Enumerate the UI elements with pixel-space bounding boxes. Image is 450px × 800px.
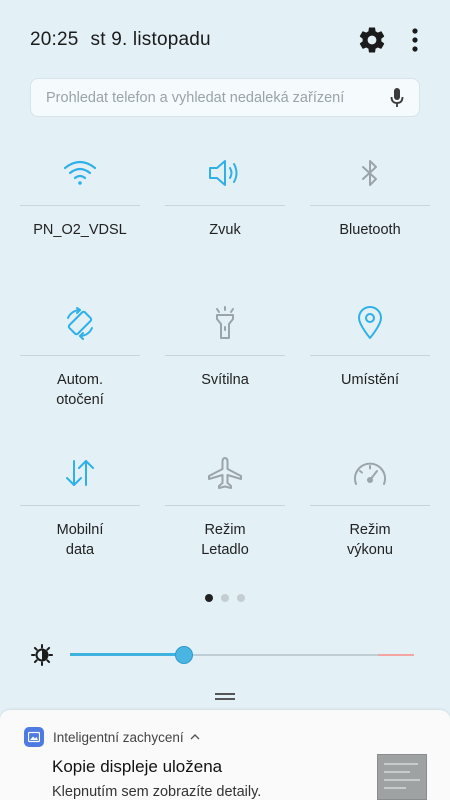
- finder-search-bar[interactable]: [30, 78, 420, 117]
- tile-wifi[interactable]: PN_O2_VDSL: [20, 140, 140, 240]
- performance-gauge-icon[interactable]: [310, 440, 430, 505]
- tile-label: Mobilní data: [56, 522, 104, 558]
- page-dot[interactable]: [237, 594, 245, 602]
- notification-title: Kopie displeje uložena: [52, 757, 223, 776]
- quick-settings-panel: 20:25 st 9. listopadu Prohledat telefon …: [0, 0, 450, 708]
- page-dot-active[interactable]: [205, 594, 213, 602]
- slider-high-range: [378, 654, 414, 656]
- panel-header: 20:25 st 9. listopadu: [30, 24, 420, 56]
- header-actions: [356, 24, 420, 56]
- tile-label: Zvuk: [209, 222, 241, 238]
- chevron-up-icon[interactable]: [190, 734, 200, 740]
- tile-divider: [310, 205, 430, 206]
- airplane-icon[interactable]: [165, 440, 285, 505]
- tile-divider: [165, 355, 285, 356]
- tile-label: Umístění: [340, 372, 399, 388]
- tile-label: Režim Letadlo: [201, 522, 249, 558]
- tile-auto-rotate[interactable]: Autom. otočení: [20, 290, 140, 410]
- tile-flashlight[interactable]: Svítilna: [165, 290, 285, 390]
- brightness-control: [30, 640, 420, 670]
- tile-airplane-mode[interactable]: Režim Letadlo: [165, 440, 285, 560]
- location-icon[interactable]: [310, 290, 430, 355]
- tile-divider: [20, 355, 140, 356]
- slider-thumb[interactable]: [174, 646, 193, 664]
- tile-performance-mode[interactable]: Režim výkonu: [310, 440, 430, 560]
- clock[interactable]: 20:25: [30, 29, 79, 50]
- tile-label: Autom. otočení: [56, 372, 104, 408]
- tile-divider: [310, 505, 430, 506]
- tile-divider: [165, 205, 285, 206]
- brightness-slider[interactable]: [70, 640, 414, 670]
- tile-label: Bluetooth: [339, 222, 401, 238]
- settings-gear-icon[interactable]: [356, 24, 388, 56]
- date[interactable]: st 9. listopadu: [91, 29, 211, 50]
- tile-mobile-data[interactable]: Mobilní data: [20, 440, 140, 560]
- screenshot-thumbnail[interactable]: [377, 754, 427, 800]
- notification-header[interactable]: Inteligentní zachycení: [24, 727, 200, 747]
- search-input[interactable]: [46, 89, 387, 106]
- datetime: 20:25 st 9. listopadu: [30, 29, 211, 51]
- notification-body: Klepnutím sem zobrazíte detaily.: [52, 784, 262, 800]
- microphone-icon[interactable]: [387, 86, 407, 110]
- slider-fill: [70, 653, 184, 656]
- mobile-data-icon[interactable]: [20, 440, 140, 505]
- tile-divider: [20, 205, 140, 206]
- panel-drag-handle[interactable]: [215, 693, 235, 703]
- notification-card[interactable]: Inteligentní zachycení Kopie displeje ul…: [0, 710, 450, 800]
- flashlight-icon[interactable]: [165, 290, 285, 355]
- tile-sound[interactable]: Zvuk: [165, 140, 285, 240]
- tile-divider: [165, 505, 285, 506]
- smart-capture-app-icon: [24, 727, 44, 747]
- bluetooth-icon[interactable]: [310, 140, 430, 205]
- page-indicator: [0, 594, 450, 602]
- page-dot[interactable]: [221, 594, 229, 602]
- tile-location[interactable]: Umístění: [310, 290, 430, 390]
- tile-bluetooth[interactable]: Bluetooth: [310, 140, 430, 240]
- wifi-icon[interactable]: [20, 140, 140, 205]
- tile-label: PN_O2_VDSL: [33, 222, 127, 238]
- tile-label: Režim výkonu: [347, 522, 393, 558]
- speaker-icon[interactable]: [165, 140, 285, 205]
- tile-label: Svítilna: [201, 372, 249, 388]
- tile-divider: [20, 505, 140, 506]
- brightness-sun-icon: [30, 643, 54, 667]
- tile-divider: [310, 355, 430, 356]
- auto-rotate-icon[interactable]: [20, 290, 140, 355]
- notification-app-name: Inteligentní zachycení: [53, 729, 184, 745]
- more-options-icon[interactable]: [410, 26, 420, 54]
